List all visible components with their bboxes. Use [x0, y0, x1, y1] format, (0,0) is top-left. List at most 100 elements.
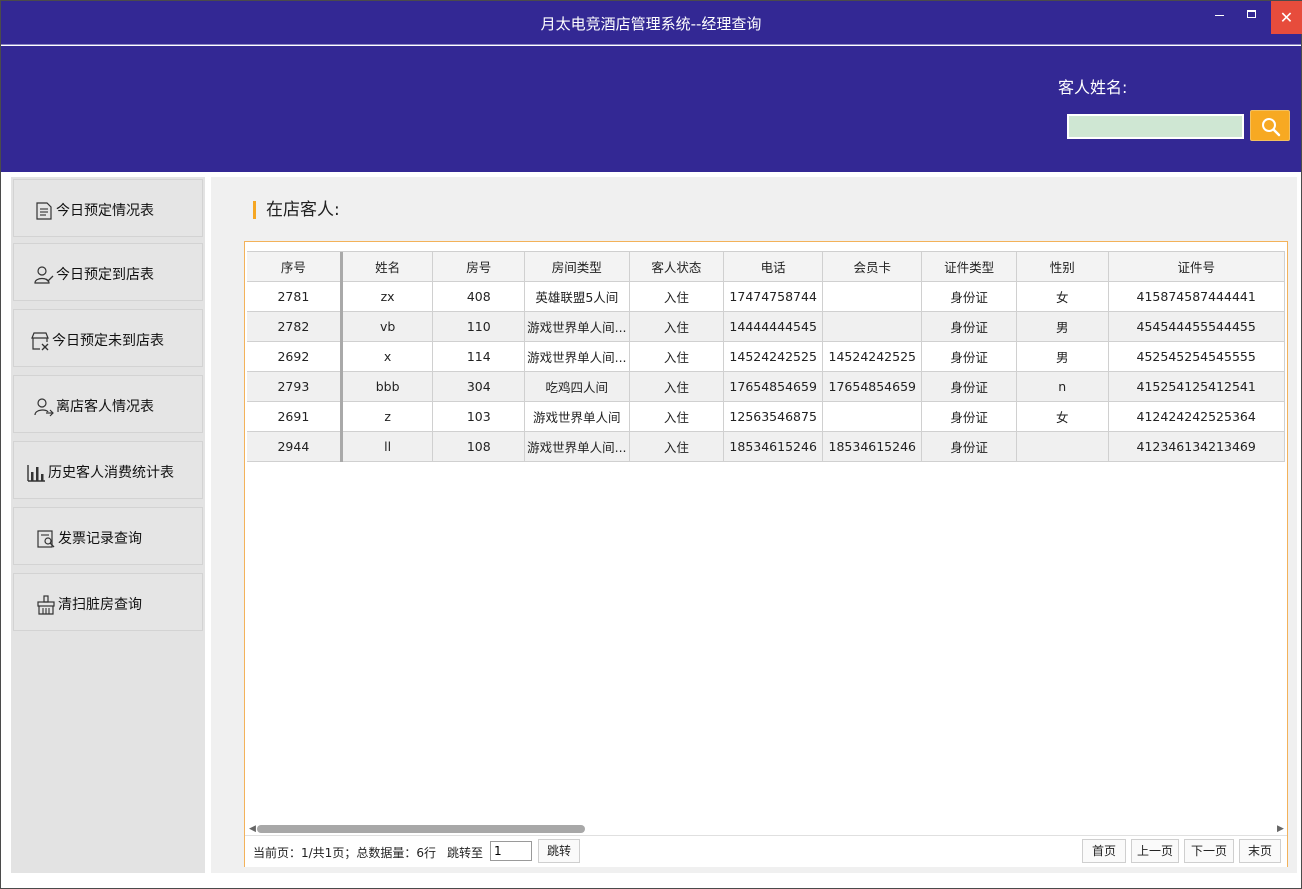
cell-name: bbb — [341, 371, 434, 402]
cell-id: 2692 — [247, 341, 343, 372]
horizontal-scrollbar[interactable]: ◀ ▶ — [249, 824, 1285, 834]
table-row[interactable]: 2692 x 114 游戏世界单人间... 入住 14524242525 145… — [247, 341, 1285, 372]
cell-gender — [1016, 431, 1109, 462]
section-title: 在店客人: — [253, 201, 340, 219]
bar-chart-icon — [27, 465, 45, 482]
close-icon: ✕ — [1279, 8, 1294, 27]
table-header-row: 序号 姓名 房号 房间类型 客人状态 电话 会员卡 证件类型 性别 证件号 — [247, 252, 1285, 282]
first-page-button[interactable]: 首页 — [1082, 839, 1126, 863]
cell-guest-status: 入住 — [629, 311, 725, 342]
cell-guest-status: 入住 — [629, 281, 725, 312]
column-header-phone[interactable]: 电话 — [723, 252, 824, 282]
cell-phone: 17474758744 — [723, 281, 824, 312]
maximize-button[interactable] — [1236, 1, 1266, 34]
search-icon — [1262, 118, 1281, 137]
cell-room-number: 408 — [432, 281, 526, 312]
minimize-button[interactable] — [1204, 1, 1234, 34]
cell-phone: 18534615246 — [723, 431, 824, 462]
sidebar-item-history-spending[interactable]: 历史客人消费统计表 — [13, 441, 203, 499]
column-header-id-number[interactable]: 证件号 — [1108, 252, 1285, 282]
cell-room-number: 114 — [432, 341, 526, 372]
table-row[interactable]: 2781 zx 408 英雄联盟5人间 入住 17474758744 身份证 女… — [247, 281, 1285, 312]
column-header-member-card[interactable]: 会员卡 — [822, 252, 923, 282]
sidebar-item-today-not-arrived[interactable]: 今日预定未到店表 — [13, 309, 203, 367]
data-table-viewport[interactable]: 序号 姓名 房号 房间类型 客人状态 电话 会员卡 证件类型 性别 证件号 27… — [247, 251, 1285, 825]
scrollbar-thumb[interactable] — [257, 825, 585, 833]
main-panel: 在店客人: 序号 姓名 房号 房间类型 客人状态 电话 会员卡 证件类型 性别 … — [211, 177, 1297, 873]
cell-id-number: 452545254545555 — [1108, 341, 1285, 372]
cell-room-type: 游戏世界单人间... — [524, 311, 630, 342]
cell-id-type: 身份证 — [921, 281, 1017, 312]
cell-gender: 男 — [1016, 341, 1109, 372]
column-header-room-number[interactable]: 房号 — [432, 252, 526, 282]
next-page-button[interactable]: 下一页 — [1184, 839, 1234, 863]
cell-phone: 12563546875 — [723, 401, 824, 432]
guest-name-search-input[interactable] — [1067, 114, 1244, 139]
cell-room-type: 游戏世界单人间... — [524, 431, 630, 462]
cell-id-type: 身份证 — [921, 371, 1017, 402]
cell-member-card: 18534615246 — [822, 431, 923, 462]
sidebar-item-label: 今日预定到店表 — [56, 267, 154, 283]
jump-button[interactable]: 跳转 — [538, 839, 580, 863]
app-window: 月太电竞酒店管理系统--经理查询 ✕ 客人姓名: 今日预定情况表 今日预定到店表… — [0, 0, 1302, 889]
page-info: 当前页：1/共1页；总数据量：6行 — [253, 846, 436, 860]
cell-room-type: 英雄联盟5人间 — [524, 281, 630, 312]
prev-page-button[interactable]: 上一页 — [1131, 839, 1179, 863]
column-header-guest-status[interactable]: 客人状态 — [629, 252, 725, 282]
last-page-button[interactable]: 末页 — [1239, 839, 1281, 863]
column-header-id-type[interactable]: 证件类型 — [921, 252, 1017, 282]
table-row[interactable]: 2691 z 103 游戏世界单人间 入住 12563546875 身份证 女 … — [247, 401, 1285, 432]
invoice-search-icon — [37, 530, 55, 548]
column-header-id[interactable]: 序号 — [247, 252, 343, 282]
cell-room-type: 游戏世界单人间... — [524, 341, 630, 372]
cell-id: 2793 — [247, 371, 343, 402]
sidebar-item-label: 离店客人情况表 — [56, 399, 154, 415]
column-header-room-type[interactable]: 房间类型 — [524, 252, 630, 282]
sidebar-item-label: 今日预定未到店表 — [52, 333, 164, 349]
cell-name: x — [341, 341, 434, 372]
cell-member-card: 17654854659 — [822, 371, 923, 402]
scroll-left-icon[interactable]: ◀ — [249, 824, 257, 834]
cell-name: vb — [341, 311, 434, 342]
user-check-icon — [34, 266, 54, 284]
cell-room-type: 吃鸡四人间 — [524, 371, 630, 402]
cell-guest-status: 入住 — [629, 341, 725, 372]
table-row[interactable]: 2793 bbb 304 吃鸡四人间 入住 17654854659 176548… — [247, 371, 1285, 402]
table-row[interactable]: 2782 vb 110 游戏世界单人间... 入住 14444444545 身份… — [247, 311, 1285, 342]
cell-id-number: 415254125412541 — [1108, 371, 1285, 402]
sidebar-item-label: 发票记录查询 — [58, 531, 142, 547]
cell-id-type: 身份证 — [921, 311, 1017, 342]
cell-id-type: 身份证 — [921, 341, 1017, 372]
cell-name: ll — [341, 431, 434, 462]
sidebar: 今日预定情况表 今日预定到店表 今日预定未到店表 离店客人情况表 历史客人消费统… — [11, 177, 205, 873]
maximize-icon — [1246, 10, 1256, 18]
guests-table: 序号 姓名 房号 房间类型 客人状态 电话 会员卡 证件类型 性别 证件号 27… — [247, 252, 1285, 462]
jump-page-input[interactable] — [490, 841, 532, 861]
scroll-right-icon[interactable]: ▶ — [1277, 824, 1285, 834]
sidebar-item-dirty-room-cleaning[interactable]: 清扫脏房查询 — [13, 573, 203, 631]
search-button[interactable] — [1250, 110, 1290, 141]
sidebar-item-label: 今日预定情况表 — [56, 203, 154, 219]
sidebar-item-invoice-records[interactable]: 发票记录查询 — [13, 507, 203, 565]
cell-gender: 男 — [1016, 311, 1109, 342]
cell-phone: 14524242525 — [723, 341, 824, 372]
cell-room-number: 304 — [432, 371, 526, 402]
store-cancel-icon — [31, 332, 49, 351]
cell-id-number: 412346134213469 — [1108, 431, 1285, 462]
close-button[interactable]: ✕ — [1271, 1, 1302, 34]
sidebar-item-today-reservations[interactable]: 今日预定情况表 — [13, 179, 203, 237]
sidebar-item-today-arrived[interactable]: 今日预定到店表 — [13, 243, 203, 301]
cell-member-card — [822, 401, 923, 432]
cell-id: 2781 — [247, 281, 343, 312]
cell-name: zx — [341, 281, 434, 312]
cell-id: 2944 — [247, 431, 343, 462]
cell-gender: n — [1016, 371, 1109, 402]
column-header-name[interactable]: 姓名 — [341, 252, 434, 282]
header-bar: 客人姓名: — [1, 46, 1301, 172]
title-bar: 月太电竞酒店管理系统--经理查询 ✕ — [1, 1, 1302, 45]
column-header-gender[interactable]: 性别 — [1016, 252, 1109, 282]
cell-id: 2782 — [247, 311, 343, 342]
sidebar-item-departed-guests[interactable]: 离店客人情况表 — [13, 375, 203, 433]
cell-phone: 17654854659 — [723, 371, 824, 402]
table-row[interactable]: 2944 ll 108 游戏世界单人间... 入住 18534615246 18… — [247, 431, 1285, 462]
